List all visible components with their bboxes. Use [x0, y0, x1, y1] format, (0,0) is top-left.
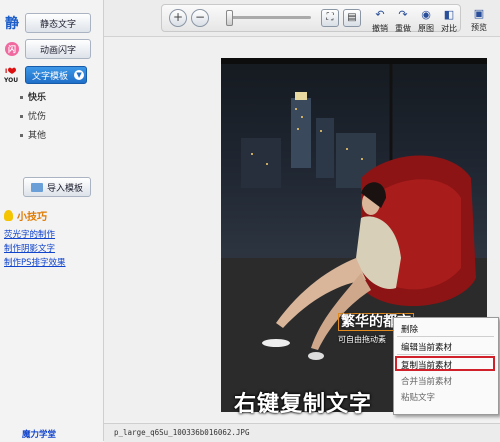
static-text-button[interactable]: 静态文字	[25, 13, 91, 33]
filename-label: p_large_q6Su_100336b016062.JPG	[114, 428, 250, 437]
lightbulb-icon	[4, 210, 13, 221]
preview-label: 预览	[471, 23, 487, 32]
undo-button[interactable]: ↶ 撤销	[369, 7, 391, 37]
menu-item-paste[interactable]: 粘贴文字	[401, 391, 435, 403]
original-icon: ◉	[421, 8, 431, 21]
zoom-in-icon[interactable]: +	[169, 9, 187, 27]
menu-separator	[397, 354, 494, 355]
redo-label: 重做	[395, 24, 411, 33]
preview-icon: ▣	[473, 7, 485, 20]
tips-title: 小技巧	[4, 208, 47, 223]
compare-button[interactable]: ◧ 对比	[438, 7, 460, 37]
bullet-icon	[20, 115, 23, 118]
undo-label: 撤销	[372, 24, 388, 33]
menu-item-merge[interactable]: 合并当前素材	[401, 375, 452, 387]
menu-item-edit[interactable]: 编辑当前素材	[401, 341, 452, 353]
template-item-label: 其他	[28, 131, 47, 141]
compare-icon: ◧	[443, 8, 455, 21]
redo-button[interactable]: ↷ 重做	[392, 7, 414, 37]
tip-link-ps[interactable]: 制作PS排字效果	[4, 256, 66, 268]
template-item-happy[interactable]: 快乐	[20, 90, 46, 103]
import-template-button[interactable]: 导入模板	[23, 177, 91, 197]
bullet-icon	[20, 96, 23, 99]
toolbar: + − ⛶ ▤ ↶ 撤销 ↷ 重做 ◉ 原图 ◧ 对比 ▣ 预览	[104, 0, 500, 37]
menu-item-delete[interactable]: 删除	[401, 323, 418, 335]
tips-title-label: 小技巧	[17, 212, 47, 223]
zoom-slider-track[interactable]	[229, 16, 311, 19]
left-sidebar: 静 静态文字 闪 动画闪字 I YOU 文字模板 ▼ 快乐 忧伤 其他 导入模板 …	[0, 0, 104, 441]
tip-link-shadow[interactable]: 制作阴影文字	[4, 242, 55, 254]
template-item-sad[interactable]: 忧伤	[20, 109, 46, 122]
original-label: 原图	[418, 24, 434, 33]
menu-item-copy[interactable]: 复制当前素材	[401, 359, 452, 371]
svg-text:I: I	[5, 68, 7, 75]
caption-subtitle[interactable]: 可自由拖动素	[338, 334, 386, 345]
template-item-label: 忧伤	[28, 112, 47, 122]
status-bar: p_large_q6Su_100336b016062.JPG	[104, 423, 500, 442]
import-template-label: 导入模板	[46, 183, 83, 194]
preview-button[interactable]: ▣ 预览	[468, 6, 490, 36]
bullet-icon	[20, 134, 23, 137]
template-item-other[interactable]: 其他	[20, 128, 46, 141]
menu-separator	[397, 336, 494, 337]
context-menu: 删除 编辑当前素材 复制当前素材 合并当前素材 粘贴文字	[393, 317, 499, 415]
zoom-controls: + − ⛶ ▤ ↶ 撤销 ↷ 重做 ◉ 原图 ◧ 对比	[161, 4, 461, 33]
template-item-label: 快乐	[28, 93, 47, 103]
folder-icon	[30, 182, 43, 192]
animated-text-row: 闪 动画闪字	[3, 39, 91, 59]
zoom-slider-thumb[interactable]	[226, 10, 233, 26]
footer-link[interactable]: 魔力学堂	[22, 428, 56, 440]
instruction-overlay: 右键复制文字	[234, 392, 373, 417]
love-you-icon: I YOU	[3, 66, 21, 84]
fit-screen-icon[interactable]: ⛶	[321, 9, 339, 27]
text-template-row: I YOU 文字模板 ▼	[3, 65, 87, 85]
undo-icon: ↶	[375, 8, 385, 21]
text-template-label: 文字模板	[32, 71, 69, 82]
redo-icon: ↷	[398, 8, 408, 21]
static-text-icon: 静	[5, 16, 19, 32]
compare-label: 对比	[441, 24, 457, 33]
svg-text:YOU: YOU	[3, 77, 18, 84]
zoom-out-icon[interactable]: −	[191, 9, 209, 27]
animated-text-icon: 闪	[3, 40, 21, 58]
text-template-button[interactable]: 文字模板 ▼	[25, 66, 87, 84]
chevron-down-icon: ▼	[74, 70, 85, 80]
tip-link-glow[interactable]: 荧光字的制作	[4, 228, 55, 240]
animated-text-button[interactable]: 动画闪字	[25, 39, 91, 59]
actual-size-icon[interactable]: ▤	[343, 9, 361, 27]
static-text-row: 静 静态文字	[3, 13, 91, 33]
original-button[interactable]: ◉ 原图	[415, 7, 437, 37]
svg-text:闪: 闪	[8, 44, 16, 54]
